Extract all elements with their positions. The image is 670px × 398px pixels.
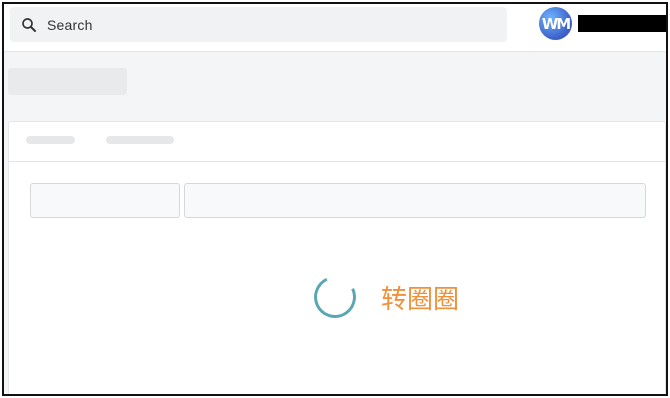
- spinner-icon: [308, 270, 362, 324]
- page-content: 转圈圈: [4, 52, 666, 394]
- loading-indicator: 转圈圈: [308, 270, 460, 324]
- skeleton-tab-2: [106, 136, 174, 144]
- skeleton-filter-field: [30, 183, 180, 218]
- avatar-initials: WM: [541, 14, 572, 33]
- app-window: Search WM 转圈圈: [2, 2, 668, 396]
- skeleton-search-field: [184, 183, 646, 218]
- search-placeholder: Search: [47, 16, 93, 33]
- avatar[interactable]: WM: [539, 7, 572, 40]
- top-header: Search WM: [4, 4, 666, 52]
- skeleton-page-title: [8, 68, 127, 95]
- loading-text: 转圈圈: [381, 284, 460, 315]
- skeleton-tab-1: [26, 136, 75, 144]
- content-card: 转圈圈: [8, 121, 666, 394]
- search-input[interactable]: Search: [10, 7, 507, 42]
- tab-bar: [9, 122, 665, 162]
- search-icon: [22, 17, 36, 32]
- redacted-user-name: [578, 15, 666, 32]
